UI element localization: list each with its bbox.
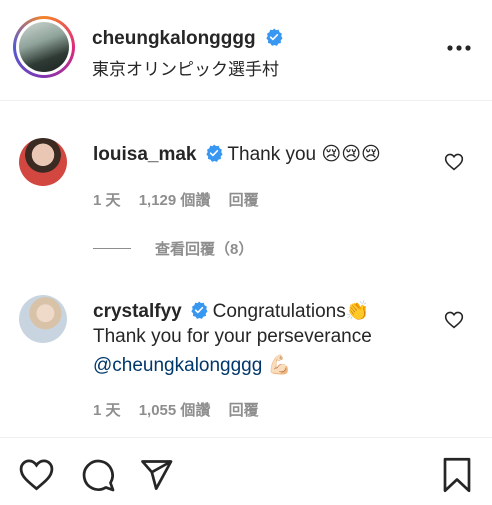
comment-time[interactable]: 1 天 [93,402,121,419]
action-bar [0,438,492,505]
commenter-avatar[interactable] [19,295,67,343]
view-replies-button[interactable]: 查看回覆（8） [155,238,253,259]
mention-link[interactable]: @cheungkalongggg [93,355,262,376]
reply-button[interactable]: 回覆 [229,402,259,419]
heart-icon[interactable] [444,310,464,329]
heart-icon[interactable] [444,152,464,171]
comment-meta: 1 天 1,129 個讚 回覆 [93,189,273,210]
comment-item: crystalfyy Congratulations👏 Thank you fo… [0,290,492,430]
comment-text-line1: Congratulations👏 [212,301,370,322]
comment-text-line2: Thank you for your perseverance [93,326,372,347]
share-icon[interactable] [138,457,174,493]
comment-likes[interactable]: 1,055 個讚 [139,402,211,419]
post-username[interactable]: cheungkalongggg [92,28,283,50]
post-header: cheungkalongggg 東京オリンピック選手村 [0,0,492,101]
reply-button[interactable]: 回覆 [229,192,259,209]
comment-icon[interactable] [80,457,116,493]
comment-username[interactable]: louisa_mak [93,144,197,165]
comment-username[interactable]: crystalfyy [93,301,182,322]
view-replies-line [93,248,131,249]
comment-meta: 1 天 1,055 個讚 回覆 [93,399,273,420]
post-avatar[interactable] [13,16,75,78]
verified-icon [266,28,283,46]
comment-time[interactable]: 1 天 [93,192,121,209]
comment-emoji: 💪🏻 [267,355,292,376]
commenter-avatar[interactable] [19,138,67,186]
verified-icon [206,144,223,162]
comment-likes[interactable]: 1,129 個讚 [139,192,211,209]
bookmark-icon[interactable] [441,457,473,493]
verified-icon [191,301,208,319]
comment-item: louisa_mak Thank you 😢😢😢 1 天 1,129 個讚 回覆… [0,130,492,260]
post-location[interactable]: 東京オリンピック選手村 [92,55,279,80]
heart-icon[interactable] [18,457,55,491]
comment-text: Thank you 😢😢😢 [227,144,381,165]
more-options-icon[interactable] [446,44,472,52]
